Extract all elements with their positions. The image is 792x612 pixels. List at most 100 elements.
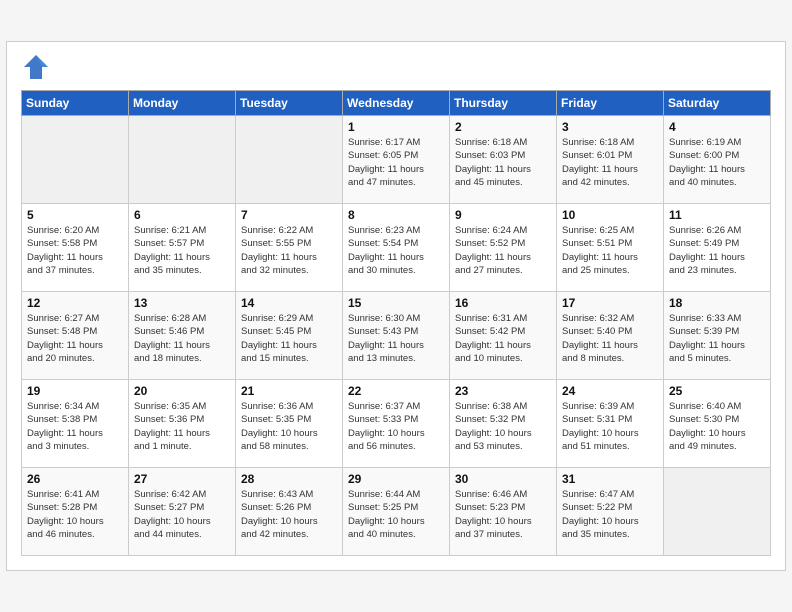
day-info: Sunrise: 6:33 AM Sunset: 5:39 PM Dayligh… <box>669 312 765 365</box>
calendar-week-row: 26 Sunrise: 6:41 AM Sunset: 5:28 PM Dayli… <box>22 468 771 556</box>
weekday-header: Saturday <box>664 91 771 116</box>
day-info: Sunrise: 6:43 AM Sunset: 5:26 PM Dayligh… <box>241 488 337 541</box>
day-number: 21 <box>241 384 337 398</box>
calendar-cell <box>664 468 771 556</box>
day-info: Sunrise: 6:24 AM Sunset: 5:52 PM Dayligh… <box>455 224 551 277</box>
calendar-cell: 3Sunrise: 6:18 AM Sunset: 6:01 PM Daylig… <box>557 116 664 204</box>
day-info: Sunrise: 6:30 AM Sunset: 5:43 PM Dayligh… <box>348 312 444 365</box>
calendar-cell: 12 Sunrise: 6:27 AM Sunset: 5:48 PM Dayli… <box>22 292 129 380</box>
day-number: 12 <box>27 296 123 310</box>
day-number: 8 <box>348 208 444 222</box>
day-number: 14 <box>241 296 337 310</box>
day-number: 29 <box>348 472 444 486</box>
day-number: 26 <box>27 472 123 486</box>
day-number: 25 <box>669 384 765 398</box>
day-info: Sunrise: 6:28 AM Sunset: 5:46 PM Dayligh… <box>134 312 230 365</box>
calendar-cell: 23 Sunrise: 6:38 AM Sunset: 5:32 PM Dayli… <box>450 380 557 468</box>
calendar-cell: 18 Sunrise: 6:33 AM Sunset: 5:39 PM Dayli… <box>664 292 771 380</box>
day-info: Sunrise: 6:29 AM Sunset: 5:45 PM Dayligh… <box>241 312 337 365</box>
day-number: 6 <box>134 208 230 222</box>
day-number: 30 <box>455 472 551 486</box>
day-info: Sunrise: 6:34 AM Sunset: 5:38 PM Dayligh… <box>27 400 123 453</box>
day-info: Sunrise: 6:17 AM Sunset: 6:05 PM Dayligh… <box>348 136 444 189</box>
day-info: Sunrise: 6:35 AM Sunset: 5:36 PM Dayligh… <box>134 400 230 453</box>
day-number: 11 <box>669 208 765 222</box>
calendar-container: SundayMondayTuesdayWednesdayThursdayFrid… <box>6 41 786 571</box>
day-info: Sunrise: 6:39 AM Sunset: 5:31 PM Dayligh… <box>562 400 658 453</box>
day-number: 28 <box>241 472 337 486</box>
calendar-cell: 8 Sunrise: 6:23 AM Sunset: 5:54 PM Daylig… <box>343 204 450 292</box>
calendar-cell: 7Sunrise: 6:22 AM Sunset: 5:55 PM Daylig… <box>236 204 343 292</box>
day-info: Sunrise: 6:31 AM Sunset: 5:42 PM Dayligh… <box>455 312 551 365</box>
day-number: 1 <box>348 120 444 134</box>
day-info: Sunrise: 6:25 AM Sunset: 5:51 PM Dayligh… <box>562 224 658 277</box>
weekday-header: Wednesday <box>343 91 450 116</box>
day-number: 22 <box>348 384 444 398</box>
day-number: 9 <box>455 208 551 222</box>
day-info: Sunrise: 6:38 AM Sunset: 5:32 PM Dayligh… <box>455 400 551 453</box>
calendar-cell: 30 Sunrise: 6:46 AM Sunset: 5:23 PM Dayli… <box>450 468 557 556</box>
day-number: 16 <box>455 296 551 310</box>
calendar-cell: 4 Sunrise: 6:19 AM Sunset: 6:00 PM Daylig… <box>664 116 771 204</box>
logo-icon <box>21 52 51 82</box>
weekday-header: Friday <box>557 91 664 116</box>
day-info: Sunrise: 6:21 AM Sunset: 5:57 PM Dayligh… <box>134 224 230 277</box>
calendar-cell: 24 Sunrise: 6:39 AM Sunset: 5:31 PM Dayli… <box>557 380 664 468</box>
day-info: Sunrise: 6:44 AM Sunset: 5:25 PM Dayligh… <box>348 488 444 541</box>
day-info: Sunrise: 6:47 AM Sunset: 5:22 PM Dayligh… <box>562 488 658 541</box>
day-number: 19 <box>27 384 123 398</box>
calendar-cell <box>22 116 129 204</box>
calendar-cell: 31 Sunrise: 6:47 AM Sunset: 5:22 PM Dayli… <box>557 468 664 556</box>
calendar-cell: 26 Sunrise: 6:41 AM Sunset: 5:28 PM Dayli… <box>22 468 129 556</box>
day-info: Sunrise: 6:18 AM Sunset: 6:03 PM Dayligh… <box>455 136 551 189</box>
day-number: 24 <box>562 384 658 398</box>
calendar-cell: 5 Sunrise: 6:20 AM Sunset: 5:58 PM Daylig… <box>22 204 129 292</box>
day-info: Sunrise: 6:37 AM Sunset: 5:33 PM Dayligh… <box>348 400 444 453</box>
calendar-cell: 11 Sunrise: 6:26 AM Sunset: 5:49 PM Dayli… <box>664 204 771 292</box>
calendar-cell: 20 Sunrise: 6:35 AM Sunset: 5:36 PM Dayli… <box>129 380 236 468</box>
calendar-cell: 14 Sunrise: 6:29 AM Sunset: 5:45 PM Dayli… <box>236 292 343 380</box>
day-info: Sunrise: 6:27 AM Sunset: 5:48 PM Dayligh… <box>27 312 123 365</box>
calendar-cell: 27Sunrise: 6:42 AM Sunset: 5:27 PM Dayli… <box>129 468 236 556</box>
day-number: 7 <box>241 208 337 222</box>
calendar-cell: 19 Sunrise: 6:34 AM Sunset: 5:38 PM Dayli… <box>22 380 129 468</box>
day-number: 3 <box>562 120 658 134</box>
calendar-cell: 17 Sunrise: 6:32 AM Sunset: 5:40 PM Dayli… <box>557 292 664 380</box>
calendar-table: SundayMondayTuesdayWednesdayThursdayFrid… <box>21 90 771 556</box>
day-info: Sunrise: 6:20 AM Sunset: 5:58 PM Dayligh… <box>27 224 123 277</box>
day-number: 18 <box>669 296 765 310</box>
day-number: 5 <box>27 208 123 222</box>
calendar-cell: 16 Sunrise: 6:31 AM Sunset: 5:42 PM Dayli… <box>450 292 557 380</box>
weekday-header: Sunday <box>22 91 129 116</box>
day-info: Sunrise: 6:32 AM Sunset: 5:40 PM Dayligh… <box>562 312 658 365</box>
day-info: Sunrise: 6:40 AM Sunset: 5:30 PM Dayligh… <box>669 400 765 453</box>
day-number: 31 <box>562 472 658 486</box>
calendar-cell: 15 Sunrise: 6:30 AM Sunset: 5:43 PM Dayli… <box>343 292 450 380</box>
day-number: 17 <box>562 296 658 310</box>
day-info: Sunrise: 6:41 AM Sunset: 5:28 PM Dayligh… <box>27 488 123 541</box>
logo <box>21 52 55 82</box>
day-info: Sunrise: 6:36 AM Sunset: 5:35 PM Dayligh… <box>241 400 337 453</box>
day-number: 20 <box>134 384 230 398</box>
calendar-cell: 1 Sunrise: 6:17 AM Sunset: 6:05 PM Daylig… <box>343 116 450 204</box>
calendar-cell <box>236 116 343 204</box>
calendar-cell: 28 Sunrise: 6:43 AM Sunset: 5:26 PM Dayli… <box>236 468 343 556</box>
day-number: 27 <box>134 472 230 486</box>
calendar-week-row: 1 Sunrise: 6:17 AM Sunset: 6:05 PM Daylig… <box>22 116 771 204</box>
day-number: 4 <box>669 120 765 134</box>
day-number: 2 <box>455 120 551 134</box>
day-info: Sunrise: 6:46 AM Sunset: 5:23 PM Dayligh… <box>455 488 551 541</box>
calendar-cell: 13Sunrise: 6:28 AM Sunset: 5:46 PM Dayli… <box>129 292 236 380</box>
calendar-cell: 22 Sunrise: 6:37 AM Sunset: 5:33 PM Dayli… <box>343 380 450 468</box>
day-number: 15 <box>348 296 444 310</box>
calendar-cell <box>129 116 236 204</box>
day-number: 10 <box>562 208 658 222</box>
calendar-cell: 29 Sunrise: 6:44 AM Sunset: 5:25 PM Dayli… <box>343 468 450 556</box>
day-info: Sunrise: 6:19 AM Sunset: 6:00 PM Dayligh… <box>669 136 765 189</box>
day-info: Sunrise: 6:26 AM Sunset: 5:49 PM Dayligh… <box>669 224 765 277</box>
day-info: Sunrise: 6:23 AM Sunset: 5:54 PM Dayligh… <box>348 224 444 277</box>
calendar-cell: 25 Sunrise: 6:40 AM Sunset: 5:30 PM Dayli… <box>664 380 771 468</box>
calendar-week-row: 5 Sunrise: 6:20 AM Sunset: 5:58 PM Daylig… <box>22 204 771 292</box>
calendar-header <box>21 52 771 82</box>
day-number: 23 <box>455 384 551 398</box>
